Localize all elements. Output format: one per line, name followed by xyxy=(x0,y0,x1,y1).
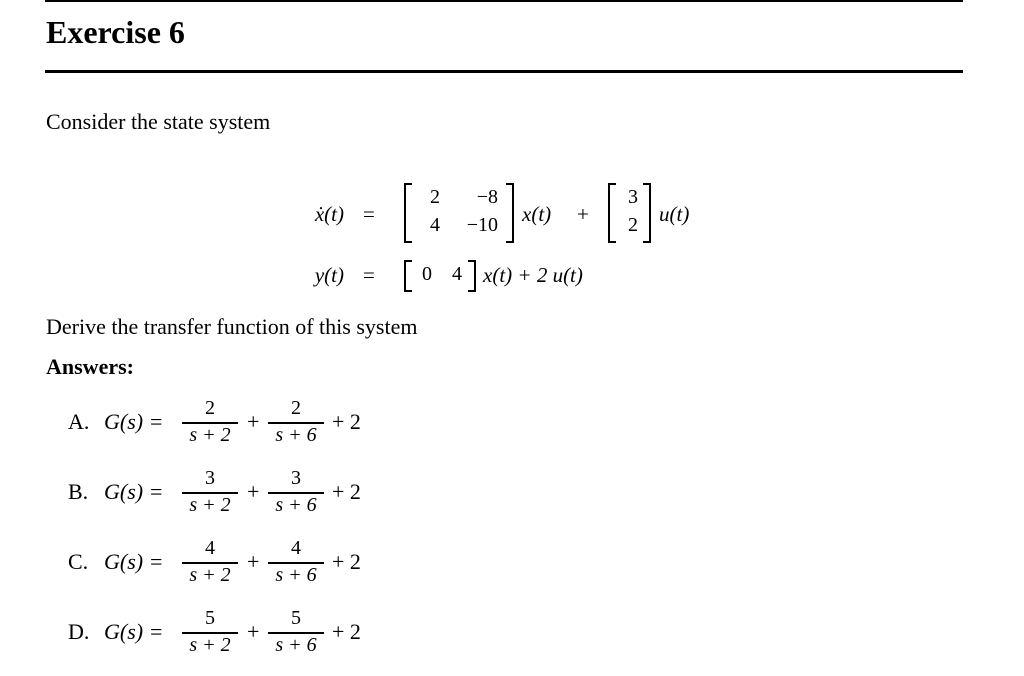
state-lhs: ẋ(t) xyxy=(314,202,344,226)
answers-heading: Answers: xyxy=(46,354,134,379)
intro-text: Consider the state system xyxy=(46,109,271,134)
plus-sign: + xyxy=(247,619,260,644)
constant-term: + 2 xyxy=(332,409,361,434)
option-lhs: G(s) = xyxy=(104,479,164,504)
state-u: u(t) xyxy=(659,202,690,226)
numerator: 3 xyxy=(291,467,301,489)
numerator: 4 xyxy=(291,537,301,559)
plus-sign: + xyxy=(247,479,260,504)
numerator: 4 xyxy=(205,537,215,559)
bracket-right xyxy=(643,183,651,243)
numerator: 3 xyxy=(205,467,215,489)
denominator: s + 6 xyxy=(275,634,317,656)
option-lhs: G(s) = xyxy=(104,619,164,644)
matrix-a-cell: 2 xyxy=(430,186,440,208)
bracket-left xyxy=(404,260,412,292)
state-equals: = xyxy=(363,202,375,226)
state-plus: + xyxy=(577,202,589,226)
matrix-a-cell: −10 xyxy=(466,214,498,236)
constant-term: + 2 xyxy=(332,619,361,644)
output-rest: x(t) + 2 u(t) xyxy=(483,263,583,287)
bracket-right xyxy=(506,183,514,243)
constant-term: + 2 xyxy=(332,549,361,574)
denominator: s + 2 xyxy=(189,564,231,586)
answer-option-d[interactable]: D. G(s) = 5 s + 2 + 5 s + 6 + 2 xyxy=(68,607,408,667)
numerator: 2 xyxy=(291,397,301,419)
bracket-left xyxy=(608,183,616,243)
matrix-b-cell: 2 xyxy=(628,214,638,236)
denominator: s + 6 xyxy=(275,564,317,586)
option-lhs: G(s) = xyxy=(104,409,164,434)
question-text: Derive the transfer function of this sys… xyxy=(46,314,418,339)
numerator: 5 xyxy=(291,607,301,629)
matrix-c-cell: 0 xyxy=(422,263,432,285)
matrix-b-cell: 3 xyxy=(628,186,638,208)
plus-sign: + xyxy=(247,549,260,574)
option-label: D. xyxy=(68,619,90,644)
denominator: s + 2 xyxy=(189,634,231,656)
plus-sign: + xyxy=(247,409,260,434)
matrix-a-cell: 4 xyxy=(430,214,440,236)
option-label: A. xyxy=(68,409,90,434)
exercise-title: Exercise 6 xyxy=(46,14,185,50)
top-rule xyxy=(45,0,963,2)
denominator: s + 6 xyxy=(275,494,317,516)
output-lhs: y(t) xyxy=(314,263,344,287)
denominator: s + 2 xyxy=(189,424,231,446)
constant-term: + 2 xyxy=(332,479,361,504)
bracket-left xyxy=(404,183,412,243)
matrix-a-cell: −8 xyxy=(476,186,498,208)
matrix-c-cell: 4 xyxy=(452,263,462,285)
answer-option-b[interactable]: B. G(s) = 3 s + 2 + 3 s + 6 + 2 xyxy=(68,467,408,527)
denominator: s + 6 xyxy=(275,424,317,446)
option-lhs: G(s) = xyxy=(104,549,164,574)
output-equals: = xyxy=(363,263,375,287)
state-x: x(t) xyxy=(522,202,552,226)
option-label: B. xyxy=(68,479,89,504)
bracket-right xyxy=(468,260,476,292)
numerator: 5 xyxy=(205,607,215,629)
numerator: 2 xyxy=(205,397,215,419)
option-label: C. xyxy=(68,549,89,574)
title-rule xyxy=(45,70,963,73)
answer-option-a[interactable]: A. G(s) = 2 s + 2 + 2 s + 6 + 2 xyxy=(68,397,408,457)
answer-option-c[interactable]: C. G(s) = 4 s + 2 + 4 s + 6 + 2 xyxy=(68,537,408,597)
denominator: s + 2 xyxy=(189,494,231,516)
